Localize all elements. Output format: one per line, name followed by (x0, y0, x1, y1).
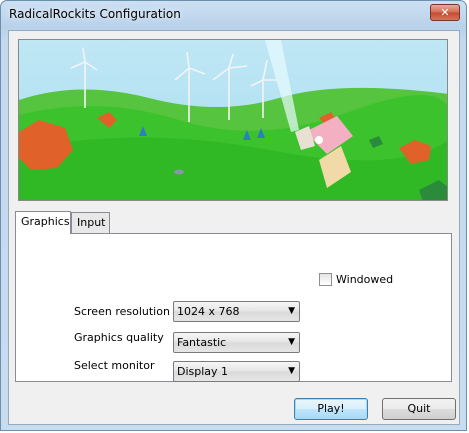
window-title: RadicalRockits Configuration (9, 7, 181, 21)
game-banner-image (18, 39, 448, 201)
banner-scene (19, 40, 447, 200)
screen-resolution-label: Screen resolution (74, 305, 170, 318)
title-bar: RadicalRockits Configuration ✕ (1, 1, 466, 29)
windowed-checkbox[interactable] (319, 273, 332, 286)
close-button[interactable]: ✕ (430, 4, 460, 21)
quit-button[interactable]: Quit (382, 398, 456, 420)
screen-resolution-value: 1024 x 768 (177, 305, 240, 318)
tab-graphics[interactable]: Graphics (15, 211, 71, 234)
tab-input[interactable]: Input (71, 212, 110, 233)
play-button[interactable]: Play! (294, 398, 368, 420)
graphics-quality-value: Fantastic (177, 336, 227, 349)
graphics-quality-label: Graphics quality (74, 331, 164, 344)
chevron-down-icon: ▼ (288, 366, 295, 376)
config-window: RadicalRockits Configuration ✕ Graphics … (0, 0, 467, 431)
dialog-client-area: Graphics Input Screen resolution 1024 x … (8, 30, 460, 425)
screen-resolution-select[interactable]: 1024 x 768 ▼ (173, 301, 300, 322)
graphics-quality-select[interactable]: Fantastic ▼ (173, 332, 300, 353)
select-monitor-value: Display 1 (177, 365, 229, 378)
chevron-down-icon: ▼ (288, 337, 295, 347)
chevron-down-icon: ▼ (288, 306, 295, 316)
select-monitor-select[interactable]: Display 1 ▼ (173, 361, 300, 382)
select-monitor-label: Select monitor (74, 359, 155, 372)
close-icon: ✕ (440, 6, 450, 19)
graphics-tab-panel: Screen resolution 1024 x 768 ▼ Graphics … (15, 233, 452, 382)
windowed-label[interactable]: Windowed (336, 273, 393, 286)
